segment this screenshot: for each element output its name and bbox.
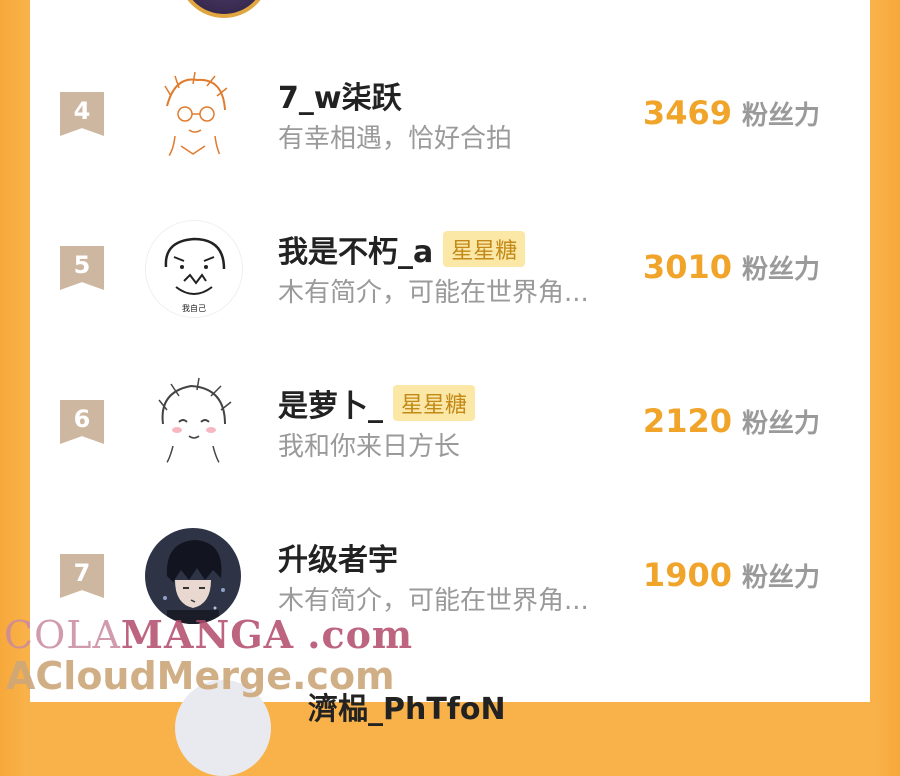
rank-badge: 6 bbox=[60, 400, 104, 444]
list-item[interactable]: 6 是萝卜_ 星星糖 我和你来日方长 2120 粉丝力 bbox=[30, 368, 870, 478]
rank-badge: 7 bbox=[60, 554, 104, 598]
watermark: ACloudMerge.com bbox=[6, 654, 395, 698]
fan-score: 2120 粉丝力 bbox=[643, 402, 820, 440]
fan-score-value: 3469 bbox=[642, 94, 732, 132]
fan-score-unit: 粉丝力 bbox=[741, 563, 820, 593]
fan-score: 3010 粉丝力 bbox=[643, 248, 820, 286]
rank-badge: 4 bbox=[60, 92, 104, 136]
list-item[interactable]: 5 我自己 我是不朽_a 星星糖 木有简介，可能在世界角... 3010 粉丝力 bbox=[30, 214, 870, 324]
user-name-line: 7_w柒跃 bbox=[278, 74, 402, 116]
fan-score-value: 2120 bbox=[642, 402, 732, 440]
fan-score: 3469 粉丝力 bbox=[643, 94, 820, 132]
user-bio: 我和你来日方长 bbox=[278, 432, 461, 462]
fan-score-unit: 粉丝力 bbox=[741, 255, 820, 285]
fan-score-unit: 粉丝力 bbox=[741, 409, 820, 439]
fan-score-value: 1900 bbox=[642, 556, 732, 594]
fan-score-unit: 粉丝力 bbox=[741, 101, 820, 131]
list-item[interactable]: 4 7_w柒跃 有幸相遇，恰好合拍 3469 粉丝力 bbox=[30, 60, 870, 170]
user-name[interactable]: 是萝卜_ bbox=[278, 381, 383, 425]
avatar[interactable] bbox=[178, 0, 270, 18]
user-name-line: 是萝卜_ 星星糖 bbox=[278, 381, 476, 425]
rank-badge: 5 bbox=[60, 246, 104, 290]
watermark-text: COLA bbox=[4, 613, 121, 657]
user-bio: 木有简介，可能在世界角... bbox=[278, 278, 589, 308]
watermark-text: .com bbox=[307, 612, 414, 657]
watermark: COLAMANGA .com bbox=[4, 612, 413, 657]
user-badge: 星星糖 bbox=[443, 231, 526, 267]
user-name[interactable]: 我是不朽_a bbox=[278, 227, 433, 271]
anime-sketch-avatar-icon[interactable] bbox=[145, 374, 241, 470]
sketch-boy-avatar-icon[interactable] bbox=[145, 66, 241, 162]
user-name-line: 升级者宇 bbox=[278, 536, 398, 578]
fan-score: 1900 粉丝力 bbox=[643, 556, 820, 594]
dark-hair-avatar-icon[interactable] bbox=[145, 528, 241, 624]
user-badge: 星星糖 bbox=[393, 385, 476, 421]
user-name-line: 我是不朽_a 星星糖 bbox=[278, 227, 526, 271]
doodle-face-avatar-icon[interactable]: 我自己 bbox=[145, 220, 243, 318]
fan-score-value: 3010 bbox=[642, 248, 732, 286]
svg-text:我自己: 我自己 bbox=[182, 303, 206, 313]
user-name[interactable]: 升级者宇 bbox=[278, 535, 398, 579]
user-name[interactable]: 7_w柒跃 bbox=[278, 73, 402, 117]
ranking-panel: 4 7_w柒跃 有幸相遇，恰好合拍 3469 粉丝力 5 我自己 我是不朽_a … bbox=[30, 0, 870, 776]
user-bio: 有幸相遇，恰好合拍 bbox=[278, 124, 513, 154]
watermark-text: MANGA bbox=[120, 612, 295, 657]
